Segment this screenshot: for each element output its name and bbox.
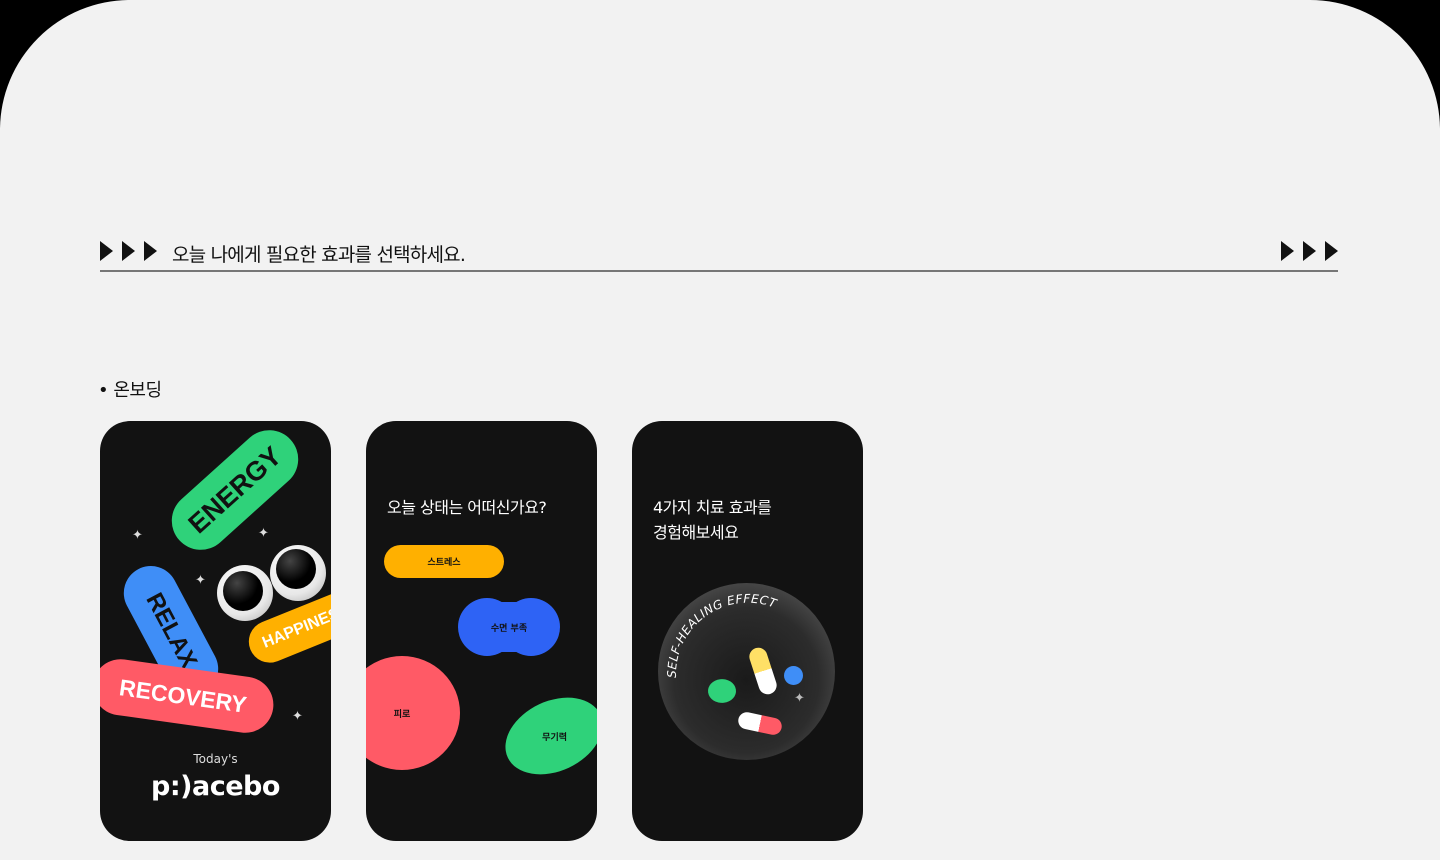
play-arrow-icon bbox=[122, 241, 135, 261]
eye-left bbox=[217, 565, 273, 621]
pupil-icon bbox=[276, 549, 316, 589]
section-title: 오늘 나에게 필요한 효과를 선택하세요. bbox=[172, 244, 466, 266]
sparkle-icon: ✦ bbox=[132, 528, 143, 543]
option-lethargy-label: 무기력 bbox=[541, 732, 567, 743]
sparkle-icon: ✦ bbox=[258, 526, 269, 541]
effects-heading-line1: 4가지 치료 효과를 bbox=[653, 498, 772, 517]
option-fatigue-label: 피로 bbox=[393, 709, 411, 720]
arrow-group-left bbox=[100, 241, 157, 261]
option-lethargy[interactable]: 무기력 bbox=[492, 682, 597, 790]
relax-pill-label: RELAX bbox=[140, 588, 203, 674]
eye-right bbox=[270, 545, 326, 601]
sparkle-icon: ✦ bbox=[292, 709, 303, 724]
healing-orb: SELF-HEALING EFFECT ✦ bbox=[658, 583, 835, 760]
play-arrow-icon bbox=[1303, 241, 1316, 261]
mood-question: 오늘 상태는 어떠신가요? bbox=[387, 498, 547, 517]
app-logo: p:)acebo bbox=[151, 771, 280, 802]
play-arrow-icon bbox=[1325, 241, 1338, 261]
onboarding-screen-effects: 4가지 치료 효과를 경험해보세요 SELF-HEALING EFFECT ✦ bbox=[632, 421, 863, 841]
option-stress-label: 스트레스 bbox=[427, 558, 461, 568]
option-stress[interactable]: 스트레스 bbox=[384, 545, 504, 578]
pupil-icon bbox=[223, 571, 263, 611]
onboarding-screen-mood: 오늘 상태는 어떠신가요? 스트레스 수면 부족 피로 무기력 bbox=[366, 421, 597, 841]
blue-pill bbox=[784, 666, 803, 685]
energy-pill-label: ENERGY bbox=[182, 440, 288, 539]
orb-text-arc: SELF-HEALING EFFECT bbox=[665, 592, 779, 678]
page-canvas: 오늘 나에게 필요한 효과를 선택하세요. • 온보딩 ENERGY HAPPI… bbox=[0, 0, 1440, 860]
arrow-group-right bbox=[1281, 241, 1338, 261]
happiness-pill-label: HAPPINESS bbox=[259, 601, 331, 652]
play-arrow-icon bbox=[1281, 241, 1294, 261]
play-arrow-icon bbox=[144, 241, 157, 261]
recovery-pill-label: RECOVERY bbox=[117, 673, 249, 718]
section-header: 오늘 나에게 필요한 효과를 선택하세요. bbox=[100, 238, 1338, 272]
subsection-label: • 온보딩 bbox=[98, 380, 162, 401]
onboarding-screen-splash: ENERGY HAPPINESS RELAX RECOVERY ✦ ✦ ✦ ✦ … bbox=[100, 421, 331, 841]
sparkle-icon: ✦ bbox=[195, 573, 206, 588]
option-fatigue[interactable]: 피로 bbox=[366, 656, 460, 770]
sparkle-icon: ✦ bbox=[794, 691, 805, 706]
effects-heading-line2: 경험해보세요 bbox=[653, 523, 739, 542]
tagline: Today's bbox=[193, 752, 238, 766]
play-arrow-icon bbox=[100, 241, 113, 261]
recovery-pill: RECOVERY bbox=[100, 655, 278, 737]
option-sleep-deprivation[interactable]: 수면 부족 bbox=[458, 598, 560, 656]
energy-pill: ENERGY bbox=[159, 421, 311, 562]
option-sleep-label: 수면 부족 bbox=[490, 623, 528, 634]
